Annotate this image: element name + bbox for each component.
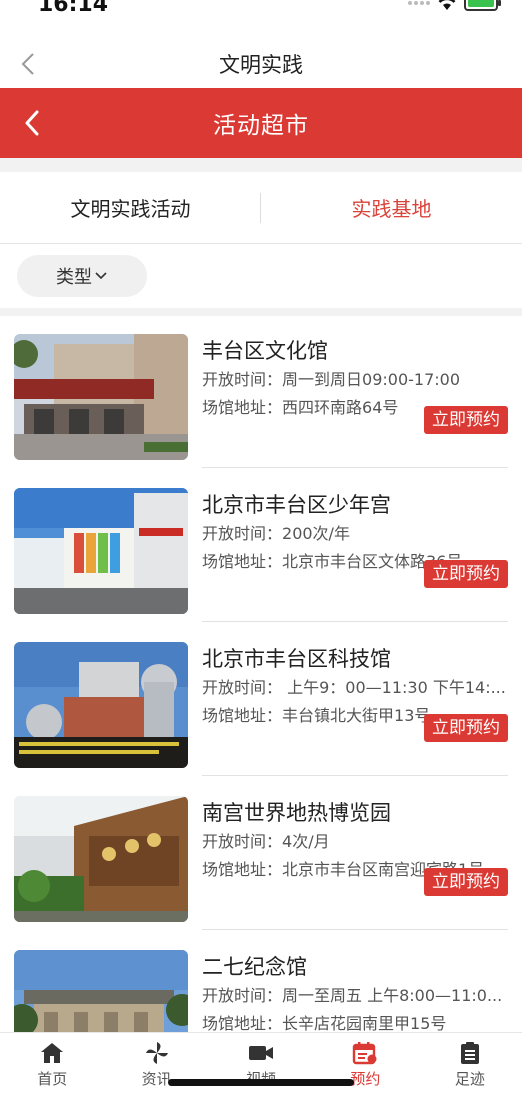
back-arrow-icon[interactable] <box>22 109 42 137</box>
tab-divider <box>260 193 261 223</box>
venue-list: 丰台区文化馆 开放时间：周一到周日09:00-17:00 场馆地址：西四环南路6… <box>0 316 522 1086</box>
battery-level <box>468 0 494 7</box>
venue-name: 二七纪念馆 <box>202 955 307 979</box>
tabbar-footprint[interactable]: 足迹 <box>418 1033 522 1094</box>
tabbar-home[interactable]: 首页 <box>0 1033 104 1094</box>
venue-name: 北京市丰台区科技馆 <box>202 647 391 671</box>
status-time: 16:14 <box>38 0 109 17</box>
venue-info: 二七纪念馆 开放时间：周一至周五 上午8:00—11:0... 场馆地址：长辛店… <box>202 950 508 1038</box>
home-icon <box>41 1043 64 1063</box>
clipboard-icon <box>460 1042 479 1064</box>
venue-item[interactable]: 丰台区文化馆 开放时间：周一到周日09:00-17:00 场馆地址：西四环南路6… <box>0 316 522 470</box>
book-now-button[interactable]: 立即预约 <box>424 714 508 742</box>
tab-civilization-activities[interactable]: 文明实践活动 <box>0 193 261 222</box>
type-filter-label: 类型 <box>56 267 92 288</box>
venue-item[interactable]: 北京市丰台区科技馆 开放时间： 上午9：00—11:30 下午14:... 场馆… <box>0 624 522 778</box>
spacer <box>0 158 522 172</box>
back-chevron-icon[interactable] <box>18 51 40 77</box>
top-nav: 文明实践 <box>0 40 522 88</box>
pinwheel-icon <box>145 1042 168 1064</box>
bottom-tab-bar: 首页 资讯 视频 预约 足迹 <box>0 1032 522 1094</box>
venue-open-time: 开放时间：200次/年 <box>202 524 350 543</box>
venue-open-time: 开放时间：4次/月 <box>202 832 330 851</box>
venue-open-time: 开放时间： 上午9：00—11:30 下午14:... <box>202 678 506 697</box>
filter-row: 类型 <box>0 244 522 308</box>
venue-item[interactable]: 南宫世界地热博览园 开放时间：4次/月 场馆地址：北京市丰台区南宫迎宾路1号 立… <box>0 778 522 932</box>
book-now-button[interactable]: 立即预约 <box>424 560 508 588</box>
book-now-button[interactable]: 立即预约 <box>424 868 508 896</box>
calendar-icon <box>353 1042 377 1065</box>
type-filter-dropdown[interactable]: 类型 <box>17 255 147 297</box>
status-icons <box>408 0 501 11</box>
tab-practice-bases[interactable]: 实践基地 <box>261 193 522 222</box>
venue-photo <box>14 334 188 460</box>
venue-name: 南宫世界地热博览园 <box>202 801 391 825</box>
status-bar: 16:14 <box>0 0 522 40</box>
divider <box>202 621 508 622</box>
book-now-button[interactable]: 立即预约 <box>424 406 508 434</box>
venue-photo <box>14 642 188 768</box>
tab-bar: 文明实践活动 实践基地 <box>0 172 522 244</box>
venue-photo <box>14 796 188 922</box>
battery-icon <box>464 0 501 11</box>
venue-item[interactable]: 北京市丰台区少年宫 开放时间：200次/年 场馆地址：北京市丰台区文体路36号.… <box>0 470 522 624</box>
venue-photo <box>14 488 188 614</box>
divider <box>202 467 508 468</box>
venue-open-time: 开放时间：周一至周五 上午8:00—11:0... <box>202 986 503 1005</box>
wifi-icon <box>438 0 456 10</box>
signal-icon <box>408 0 430 5</box>
page-header: 活动超市 <box>0 88 522 158</box>
venue-name: 北京市丰台区少年宫 <box>202 493 391 517</box>
video-camera-icon <box>249 1046 274 1060</box>
venue-open-time: 开放时间：周一到周日09:00-17:00 <box>202 370 461 389</box>
page-title: 活动超市 <box>213 113 309 139</box>
venue-name: 丰台区文化馆 <box>202 339 328 363</box>
tabbar-home-label: 首页 <box>37 1070 68 1088</box>
chevron-down-icon <box>95 272 107 280</box>
top-nav-title: 文明实践 <box>219 53 303 77</box>
divider <box>202 929 508 930</box>
home-indicator[interactable] <box>168 1079 354 1086</box>
spacer <box>0 308 522 316</box>
tabbar-footprint-label: 足迹 <box>454 1070 485 1088</box>
divider <box>202 775 508 776</box>
tabbar-news-label: 资讯 <box>141 1070 172 1088</box>
tabbar-booking-label: 预约 <box>350 1070 381 1088</box>
